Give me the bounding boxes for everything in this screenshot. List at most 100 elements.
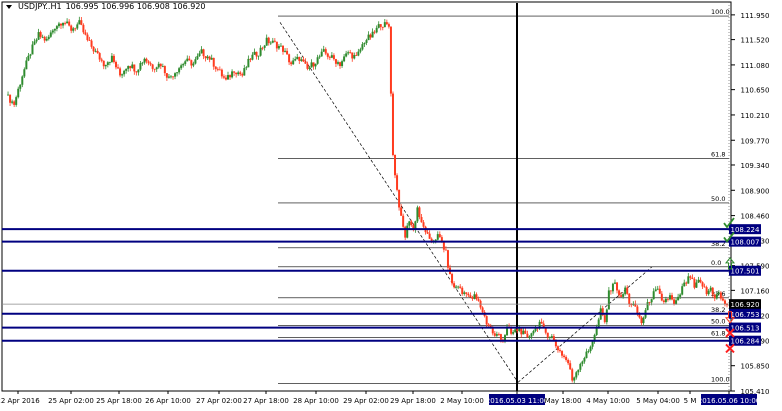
candle-body [713, 294, 716, 299]
candle-body [705, 287, 708, 295]
candle-body [583, 358, 586, 362]
candle-body [33, 41, 36, 45]
candle-body [53, 28, 56, 31]
candle-body [556, 346, 559, 351]
candle-body [131, 64, 134, 69]
candle-body [365, 40, 368, 43]
candle-body [163, 66, 166, 74]
candle-body [426, 232, 429, 234]
candle-body [391, 93, 394, 156]
candle-body [438, 234, 441, 238]
candle-body [367, 34, 370, 41]
candle-body [410, 221, 413, 226]
candle-body [709, 287, 712, 291]
candle-body [302, 59, 305, 62]
candle-body [400, 207, 403, 216]
candle-body [292, 60, 295, 65]
candle-body [673, 299, 676, 305]
candle-body [528, 336, 531, 338]
candle-body [510, 328, 513, 334]
candle-body [406, 225, 409, 238]
candle-body [176, 72, 179, 74]
candle-body [100, 59, 103, 61]
candle-body [532, 330, 535, 334]
candle-body [646, 302, 649, 311]
candle-body [155, 67, 158, 70]
candle-body [334, 59, 337, 64]
price-level-label: 108.224 [731, 226, 760, 234]
candle-body [98, 53, 101, 60]
candle-body [658, 288, 661, 294]
candle-body [548, 337, 551, 339]
candle-body [693, 279, 696, 288]
candle-body [102, 60, 105, 67]
candle-body [563, 355, 566, 357]
candle-body [23, 69, 26, 77]
candle-body [41, 36, 44, 38]
x-tick-label: 2016.05.03 11:00 [486, 397, 548, 405]
x-tick-label: 29 Apr 02:00 [343, 397, 389, 405]
fib-level-label: 50.0 [711, 317, 725, 325]
candle-body [416, 207, 419, 222]
candle-body [477, 299, 480, 301]
fib-level-label: 0.0 [711, 259, 721, 267]
candle-body [104, 64, 107, 67]
candle-body [17, 88, 20, 98]
candle-body [717, 292, 720, 295]
candle-body [587, 351, 590, 352]
candle-body [721, 298, 724, 301]
candle-body [37, 32, 40, 40]
candle-body [516, 329, 519, 331]
candle-body [664, 298, 667, 303]
candle-body [300, 59, 303, 61]
candle-body [457, 286, 460, 288]
candle-body [180, 65, 183, 69]
chart-canvas[interactable]: 111.950 111.520 111.080 110.650 110.210 109.7… [0, 0, 782, 411]
candle-body [174, 73, 177, 77]
candle-body [347, 52, 350, 54]
candle-body [51, 30, 54, 33]
candle-body [695, 282, 698, 288]
candle-body [475, 294, 478, 300]
candle-body [451, 274, 454, 284]
candle-body [74, 28, 77, 30]
candle-body [257, 55, 260, 57]
candle-body [147, 61, 150, 64]
candle-body [332, 55, 335, 60]
candle-body [178, 68, 181, 73]
candle-body [312, 62, 315, 67]
candle-body [379, 24, 382, 27]
dropdown-triangle-icon[interactable] [6, 4, 12, 9]
candle-body [723, 300, 726, 305]
candle-body [530, 333, 533, 337]
candle-body [47, 36, 50, 39]
candle-body [275, 41, 278, 49]
candle-body [611, 283, 614, 292]
y-tick-label: 111.520 [741, 37, 770, 45]
candle-body [585, 351, 588, 359]
price-level-label: 107.501 [731, 268, 760, 276]
candle-body [375, 27, 378, 33]
x-tick-label: 27 Apr 02:00 [196, 397, 242, 405]
candle-body [642, 317, 645, 324]
candle-body [35, 39, 38, 42]
candle-body [241, 74, 244, 76]
candle-body [62, 22, 65, 26]
candle-body [703, 286, 706, 288]
candle-body [485, 316, 488, 325]
candle-body [351, 52, 354, 59]
candle-body [227, 75, 230, 80]
y-tick-label: 110.210 [741, 112, 770, 120]
candle-body [473, 294, 476, 299]
price-level-label: 106.753 [731, 311, 760, 319]
candle-body [616, 282, 619, 291]
candle-body [487, 324, 490, 327]
candle-body [261, 47, 264, 49]
candle-body [202, 49, 205, 57]
price-level-label: 106.284 [731, 338, 760, 346]
candle-body [76, 24, 79, 29]
candle-body [288, 54, 291, 63]
candle-body [652, 291, 655, 300]
candle-body [15, 97, 18, 105]
price-chart[interactable]: 111.950 111.520 111.080 110.650 110.210 109.7… [0, 0, 782, 411]
